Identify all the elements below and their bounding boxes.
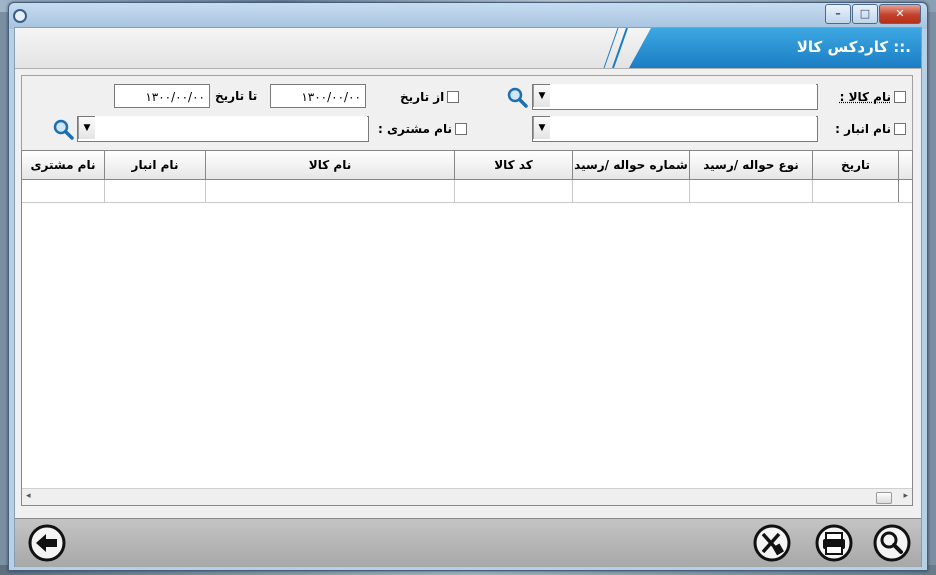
scroll-left-icon[interactable]: ◂	[26, 491, 31, 501]
close-icon: ✕	[895, 7, 905, 20]
warehouse-input[interactable]	[550, 116, 816, 140]
warehouse-label: نام انبار :	[835, 122, 891, 136]
column-header-doc-number[interactable]: شماره حواله /رسید	[572, 151, 689, 179]
horizontal-scrollbar[interactable]: ◂ ▸	[22, 488, 912, 505]
item-name-label: نام کالا :	[839, 90, 891, 104]
back-arrow-icon[interactable]	[27, 523, 67, 563]
item-name-combo[interactable]: ▼	[532, 84, 818, 110]
search-icon[interactable]	[872, 523, 912, 563]
table-cell[interactable]	[104, 180, 205, 202]
grid-header: تاریخ نوع حواله /رسید شماره حواله /رسید …	[22, 151, 912, 180]
checkbox-box[interactable]	[447, 91, 460, 103]
checkbox-box[interactable]	[894, 91, 906, 103]
chevron-down-icon[interactable]: ▼	[533, 117, 550, 139]
results-grid[interactable]: تاریخ نوع حواله /رسید شماره حواله /رسید …	[21, 150, 913, 506]
title-bar[interactable]: – □ ✕	[9, 3, 927, 29]
table-cell[interactable]	[689, 180, 812, 202]
column-header-customer[interactable]: نام مشتری	[22, 151, 104, 179]
from-date-label: از تاریخ	[400, 90, 445, 104]
clear-icon[interactable]	[752, 523, 792, 563]
app-icon	[13, 9, 27, 23]
checkbox-box[interactable]	[454, 123, 467, 135]
customer-input[interactable]	[95, 116, 367, 140]
minimize-icon: –	[835, 7, 841, 20]
row-indicator[interactable]	[898, 180, 912, 202]
checkbox-box[interactable]	[894, 123, 906, 135]
page-title: .:: کاردکس کالا	[796, 38, 911, 56]
form-header: .:: کاردکس کالا	[15, 28, 921, 69]
column-header-item-name[interactable]: نام کالا	[205, 151, 454, 179]
table-row[interactable]	[22, 180, 912, 203]
scroll-thumb[interactable]	[876, 492, 892, 504]
header-stripes	[603, 28, 628, 68]
chevron-down-icon[interactable]: ▼	[78, 117, 95, 139]
item-name-input[interactable]	[550, 84, 816, 108]
column-header-date[interactable]: تاریخ	[812, 151, 898, 179]
column-header-doc-type[interactable]: نوع حواله /رسید	[689, 151, 812, 179]
from-date-input[interactable]: ۱۳۰۰/۰۰/۰۰	[270, 84, 366, 108]
search-icon[interactable]	[52, 118, 74, 140]
to-date-label: تا تاریخ	[215, 89, 258, 103]
column-header-row-indicator	[898, 151, 912, 179]
from-date-checkbox[interactable]: از تاریخ	[400, 90, 460, 104]
table-cell[interactable]	[454, 180, 572, 202]
customer-label: نام مشتری :	[378, 122, 452, 136]
column-header-warehouse[interactable]: نام انبار	[104, 151, 205, 179]
table-cell[interactable]	[205, 180, 454, 202]
search-icon[interactable]	[506, 86, 528, 108]
maximize-icon: □	[859, 7, 871, 20]
warehouse-combo[interactable]: ▼	[532, 116, 818, 142]
print-icon[interactable]	[814, 523, 854, 563]
table-cell[interactable]	[572, 180, 689, 202]
window-controls: – □ ✕	[824, 4, 921, 24]
column-header-item-code[interactable]: کد کالا	[454, 151, 572, 179]
customer-checkbox[interactable]: نام مشتری :	[378, 122, 467, 136]
close-button[interactable]: ✕	[879, 4, 921, 24]
table-cell[interactable]	[22, 180, 104, 202]
bottom-toolbar	[15, 518, 921, 567]
scroll-right-icon[interactable]: ▸	[903, 491, 908, 501]
customer-combo[interactable]: ▼	[77, 116, 369, 142]
app-window: – □ ✕ .:: کاردکس کالا نام کالا : ▼ از تا…	[8, 2, 928, 571]
minimize-button[interactable]: –	[825, 4, 851, 24]
client-area: .:: کاردکس کالا نام کالا : ▼ از تاریخ ۱۳…	[14, 27, 922, 567]
filter-panel: نام کالا : ▼ از تاریخ ۱۳۰۰/۰۰/۰۰ تا تاری…	[21, 75, 913, 151]
warehouse-checkbox[interactable]: نام انبار :	[835, 122, 906, 136]
chevron-down-icon[interactable]: ▼	[533, 85, 550, 107]
maximize-button[interactable]: □	[852, 4, 878, 24]
item-name-checkbox[interactable]: نام کالا :	[840, 90, 906, 104]
table-cell[interactable]	[812, 180, 898, 202]
to-date-input[interactable]: ۱۳۰۰/۰۰/۰۰	[114, 84, 210, 108]
